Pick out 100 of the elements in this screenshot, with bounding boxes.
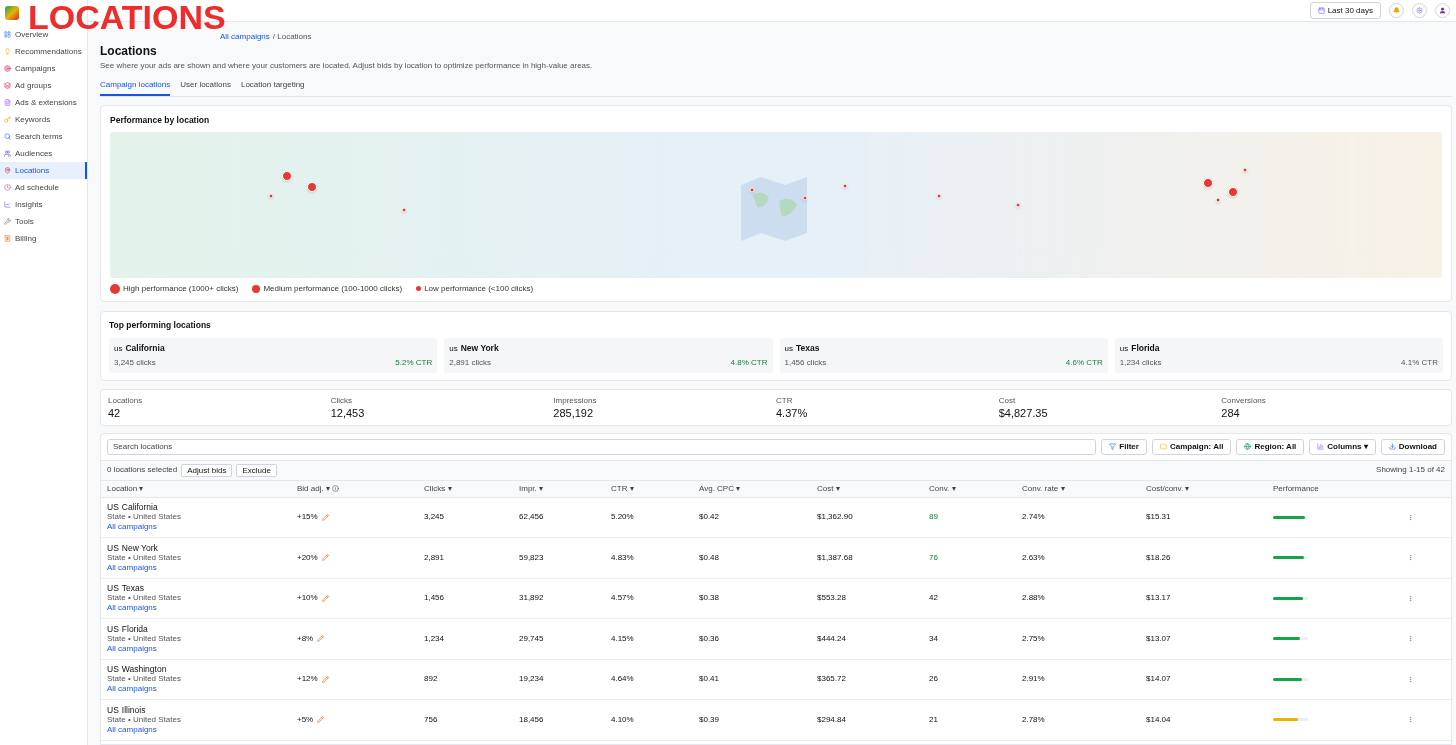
sidebar-item[interactable]: Audiences [0,145,87,162]
column-header[interactable]: Conv. ▾ [929,482,956,495]
campaigns-link[interactable]: All campaigns [107,603,157,614]
campaigns-link[interactable]: All campaigns [107,684,157,695]
toolbar-button[interactable]: Download [1380,438,1445,455]
breadcrumb-link[interactable]: All campaigns [220,32,270,41]
sidebar-item[interactable]: Keywords [0,111,87,128]
column-header[interactable]: Cost/conv. ▾ [1146,482,1190,495]
location-tile[interactable]: us California 3,245 clicks 5.2% CTR [109,337,438,373]
table-cell-text: 4.10% [611,713,635,726]
nav-icon [4,235,11,242]
location-marker[interactable] [282,170,293,181]
user-icon [1439,7,1446,14]
toolbar-button[interactable]: Region: All [1236,438,1305,455]
location-marker[interactable] [1215,197,1221,203]
location-name: Florida [1131,341,1160,355]
column-header[interactable]: Clicks ▾ [424,482,452,495]
table-cell-text: 59,823 [519,551,545,564]
location-name: California [125,341,165,355]
search-field[interactable]: Search locations [107,438,1097,455]
tab[interactable]: Location targeting [240,79,305,96]
action-button[interactable]: Exclude [236,463,277,477]
sidebar-item[interactable]: Recommendations [0,43,87,60]
campaigns-link[interactable]: All campaigns [107,643,157,654]
pencil-icon[interactable] [317,635,325,643]
location-marker[interactable] [1015,202,1021,208]
sidebar-item[interactable]: Ads & extensions [0,94,87,111]
table-cell-text: 5.20% [611,511,635,524]
stat-label: CTR [776,394,794,407]
location-tile[interactable]: us Florida 1,234 clicks 4.1% CTR [1114,337,1443,373]
location-marker[interactable] [936,193,941,199]
column-header[interactable]: Cost ▾ [817,482,840,495]
sidebar-item[interactable]: Ad groups [0,77,87,94]
logo-icon [5,6,19,20]
table-cell-text: 3,245 [424,511,446,524]
sidebar-item[interactable]: Ad schedule [0,179,87,196]
map-icon [739,174,809,243]
tab[interactable]: Campaign locations [100,79,171,96]
location-tile[interactable]: us New York 2,891 clicks 4.8% CTR [444,337,773,373]
nav-icon [4,150,11,157]
pencil-icon[interactable] [321,513,329,521]
date-range-button[interactable]: Last 30 days [1309,2,1381,19]
sidebar-item[interactable]: Tools [0,213,87,230]
table-cell-text: $14.04 [1146,713,1172,726]
column-header[interactable]: Location ▾ [107,482,144,495]
column-header[interactable]: Performance [1273,482,1319,495]
action-button[interactable]: Adjust bids [181,463,233,477]
location-marker[interactable] [1242,167,1248,173]
toolbar-button[interactable]: Filter [1101,438,1147,455]
location-marker[interactable] [1202,177,1213,188]
nav-icon [4,201,11,208]
location-marker[interactable] [268,193,274,199]
toolbar-button[interactable]: Campaign: All [1151,438,1232,455]
stat-value: 284 [1221,406,1241,420]
table-cell-text: 2.75% [1022,632,1046,645]
table-cell-text: 76 [929,551,939,564]
sidebar-item[interactable]: Campaigns [0,60,87,77]
clicks-text: 2,891 clicks [449,356,492,369]
folder-icon [1159,443,1167,450]
location-marker[interactable] [842,183,848,189]
column-header[interactable]: Impr. ▾ [519,482,543,495]
column-header[interactable]: Bid adj. ▾ [297,482,330,495]
sidebar-item[interactable]: Search terms [0,128,87,145]
nav-icon [4,218,11,225]
location-type: State • United States [107,512,182,523]
column-header[interactable]: CTR ▾ [611,482,634,495]
sidebar-item[interactable]: Insights [0,196,87,213]
clicks-text: 3,245 clicks [114,356,156,369]
location-tile[interactable]: us Texas 1,456 clicks 4.6% CTR [779,337,1108,373]
info-icon [331,485,339,492]
column-header[interactable]: Conv. rate ▾ [1022,482,1065,495]
legend-label: Medium performance (100-1000 clicks) [263,282,403,295]
campaigns-link[interactable]: All campaigns [107,562,157,573]
pencil-icon[interactable] [317,716,325,724]
pencil-icon[interactable] [321,594,329,602]
column-header[interactable]: Avg. CPC ▾ [699,482,741,495]
location-type: State • United States [107,674,182,685]
sidebar-item[interactable]: Locations [0,162,87,179]
location-marker[interactable] [307,181,318,192]
toolbar-button[interactable]: Columns ▾ [1309,438,1376,455]
stat-value: 42 [108,406,122,420]
sidebar-item[interactable]: Billing [0,230,87,247]
table-cell-text: 26 [929,673,939,686]
location-marker[interactable] [749,187,755,193]
pencil-icon[interactable] [321,675,329,683]
nav-icon [4,184,11,191]
location-name: Florida [121,623,148,634]
table-cell: +5% [297,713,314,726]
campaigns-link[interactable]: All campaigns [107,724,157,735]
location-marker[interactable] [1227,186,1238,197]
table-cell: +15% [297,511,318,524]
card-title: Top performing locations [109,318,212,332]
location-marker[interactable] [401,207,407,213]
campaigns-link[interactable]: All campaigns [107,522,157,533]
table-cell-text: 19,234 [519,673,545,686]
pencil-icon[interactable] [321,554,329,562]
tab[interactable]: User locations [180,79,231,96]
country-code: US [107,583,119,594]
country-code: us [784,342,793,355]
location-marker[interactable] [802,195,808,201]
